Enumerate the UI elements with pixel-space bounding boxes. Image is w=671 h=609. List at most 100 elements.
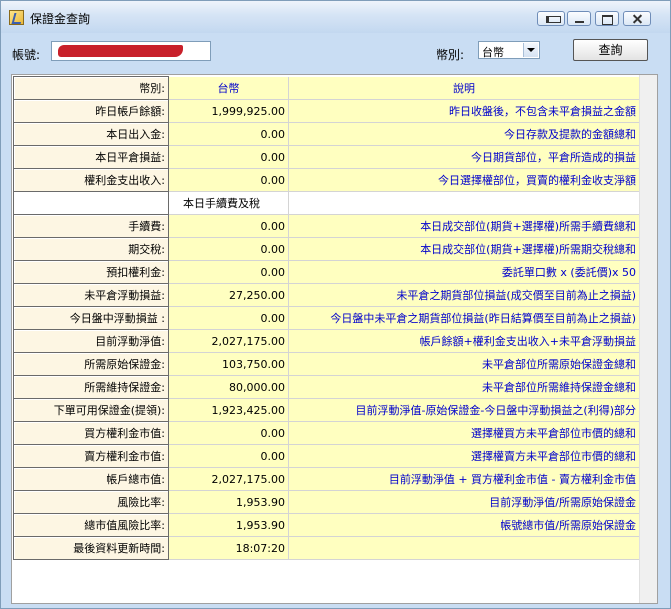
row-desc: 今日期貨部位，平倉所造成的損益 bbox=[288, 145, 640, 169]
row-label: 所需維持保證金: bbox=[13, 375, 169, 399]
margin-grid: 幣別: 台幣 說明 昨日帳戶餘額: 1,999,925.00 昨日收盤後，不包含未平… bbox=[11, 74, 658, 604]
row-value: 1,953.90 bbox=[168, 513, 289, 537]
row-desc: 目前浮動淨值-原始保證金-今日盤中浮動損益之(利得)部分 bbox=[288, 398, 640, 422]
row-value: 103,750.00 bbox=[168, 352, 289, 376]
row-value: 1,999,925.00 bbox=[168, 99, 289, 123]
account-field[interactable] bbox=[51, 41, 211, 61]
row-desc: 帳號總市值/所需原始保證金 bbox=[288, 513, 640, 537]
row-label: 下單可用保證金(提領): bbox=[13, 398, 169, 422]
section-empty bbox=[288, 191, 640, 215]
window-title: 保證金查詢 bbox=[30, 12, 91, 26]
table-row: 未平倉浮動損益: 27,250.00 未平倉之期貨部位損益(成交價至目前為止之損益) bbox=[13, 283, 640, 307]
row-desc: 目前浮動淨值/所需原始保證金 bbox=[288, 490, 640, 514]
table-row: 帳戶總市值: 2,027,175.00 目前浮動淨值 + 買方權利金市值 - 賣方權… bbox=[13, 467, 640, 491]
query-button[interactable]: 查詢 bbox=[573, 39, 648, 61]
section-title: 本日手續費及稅 bbox=[168, 191, 289, 215]
row-desc: 帳戶餘額+權利金支出收入+未平倉浮動損益 bbox=[288, 329, 640, 353]
table-row: 今日盤中浮動損益 :0.00 今日盤中未平倉之期貨部位損益(昨日結算價至目前為止之… bbox=[13, 306, 640, 330]
row-desc: 本日成交部位(期貨+選擇權)所需手續費總和 bbox=[288, 214, 640, 238]
row-value: 0.00 bbox=[168, 237, 289, 261]
header-label-cell: 幣別: bbox=[13, 76, 169, 100]
row-desc: 昨日收盤後，不包含未平倉損益之金額 bbox=[288, 99, 640, 123]
table-row: 本日出入金: 0.00 今日存款及提款的金額總和 bbox=[13, 122, 640, 146]
table-row: 本日平倉損益: 0.00 今日期貨部位，平倉所造成的損益 bbox=[13, 145, 640, 169]
row-desc: 今日盤中未平倉之期貨部位損益(昨日結算價至目前為止之損益) bbox=[288, 306, 640, 330]
margin-table: 幣別: 台幣 說明 昨日帳戶餘額: 1,999,925.00 昨日收盤後，不包含未平… bbox=[13, 76, 640, 560]
row-label: 目前浮動淨值: bbox=[13, 329, 169, 353]
app-icon bbox=[9, 10, 24, 25]
row-value: 1,923,425.00 bbox=[168, 398, 289, 422]
row-value: 27,250.00 bbox=[168, 283, 289, 307]
row-label: 未平倉浮動損益: bbox=[13, 283, 169, 307]
row-value: 1,953.90 bbox=[168, 490, 289, 514]
table-row: 預扣權利金: 0.00 委託單口數 x (委託價)x 50 bbox=[13, 260, 640, 284]
row-desc: 本日成交部位(期貨+選擇權)所需期交稅總和 bbox=[288, 237, 640, 261]
section-row: 本日手續費及稅 bbox=[13, 191, 640, 215]
table-row: 手續費: 0.00 本日成交部位(期貨+選擇權)所需手續費總和 bbox=[13, 214, 640, 238]
row-value: 0.00 bbox=[168, 214, 289, 238]
row-label: 所需原始保證金: bbox=[13, 352, 169, 376]
row-value: 0.00 bbox=[168, 444, 289, 468]
title-bar[interactable]: 保證金查詢 bbox=[1, 1, 670, 33]
row-value: 80,000.00 bbox=[168, 375, 289, 399]
row-desc: 選擇權買方未平倉部位市價的總和 bbox=[288, 421, 640, 445]
row-value: 2,027,175.00 bbox=[168, 329, 289, 353]
row-label: 總市值風險比率: bbox=[13, 513, 169, 537]
row-desc: 今日存款及提款的金額總和 bbox=[288, 122, 640, 146]
row-label: 手續費: bbox=[13, 214, 169, 238]
close-button[interactable] bbox=[623, 11, 651, 26]
row-desc: 選擇權賣方未平倉部位市價的總和 bbox=[288, 444, 640, 468]
header-desc-cell: 說明 bbox=[288, 76, 640, 100]
row-value: 2,027,175.00 bbox=[168, 467, 289, 491]
row-desc: 目前浮動淨值 + 買方權利金市值 - 賣方權利金市值 bbox=[288, 467, 640, 491]
row-value: 0.00 bbox=[168, 122, 289, 146]
row-label: 賣方權利金市值: bbox=[13, 444, 169, 468]
maximize-button[interactable] bbox=[595, 11, 619, 26]
row-label: 風險比率: bbox=[13, 490, 169, 514]
account-label: 帳號: bbox=[12, 48, 41, 62]
redacted-account-mark bbox=[58, 45, 183, 57]
row-label: 今日盤中浮動損益 : bbox=[13, 306, 169, 330]
table-row: 總市值風險比率: 1,953.90 帳號總市值/所需原始保證金 bbox=[13, 513, 640, 537]
section-spacer bbox=[13, 191, 169, 215]
pin-button[interactable] bbox=[537, 11, 565, 26]
table-row: 賣方權利金市值: 0.00 選擇權賣方未平倉部位市價的總和 bbox=[13, 444, 640, 468]
table-row: 最後資料更新時間: 18:07:20 bbox=[13, 536, 640, 560]
row-desc: 未平倉之期貨部位損益(成交價至目前為止之損益) bbox=[288, 283, 640, 307]
table-row: 所需維持保證金: 80,000.00 未平倉部位所需維持保證金總和 bbox=[13, 375, 640, 399]
vertical-scrollbar[interactable] bbox=[639, 75, 657, 603]
table-row: 權利金支出收入: 0.00 今日選擇權部位，買賣的權利金收支淨額 bbox=[13, 168, 640, 192]
table-row: 期交稅: 0.00 本日成交部位(期貨+選擇權)所需期交稅總和 bbox=[13, 237, 640, 261]
row-desc: 委託單口數 x (委託價)x 50 bbox=[288, 260, 640, 284]
row-label: 昨日帳戶餘額: bbox=[13, 99, 169, 123]
header-currency-cell: 台幣 bbox=[168, 76, 289, 100]
table-header-row: 幣別: 台幣 說明 bbox=[13, 76, 640, 100]
row-desc: 今日選擇權部位，買賣的權利金收支淨額 bbox=[288, 168, 640, 192]
table-row: 買方權利金市值: 0.00 選擇權買方未平倉部位市價的總和 bbox=[13, 421, 640, 445]
row-label: 預扣權利金: bbox=[13, 260, 169, 284]
currency-select[interactable]: 台幣 bbox=[478, 41, 540, 59]
row-value: 0.00 bbox=[168, 145, 289, 169]
row-value: 0.00 bbox=[168, 168, 289, 192]
table-row: 昨日帳戶餘額: 1,999,925.00 昨日收盤後，不包含未平倉損益之金額 bbox=[13, 99, 640, 123]
chevron-down-icon[interactable] bbox=[523, 43, 538, 57]
row-label: 買方權利金市值: bbox=[13, 421, 169, 445]
row-desc: 未平倉部位所需原始保證金總和 bbox=[288, 352, 640, 376]
row-label: 期交稅: bbox=[13, 237, 169, 261]
row-desc: 未平倉部位所需維持保證金總和 bbox=[288, 375, 640, 399]
row-label: 本日出入金: bbox=[13, 122, 169, 146]
currency-label: 幣別: bbox=[436, 48, 465, 62]
row-value: 0.00 bbox=[168, 306, 289, 330]
toolbar: 帳號: 幣別: 台幣 查詢 bbox=[1, 33, 670, 69]
row-label: 本日平倉損益: bbox=[13, 145, 169, 169]
row-label: 帳戶總市值: bbox=[13, 467, 169, 491]
row-label: 權利金支出收入: bbox=[13, 168, 169, 192]
row-desc bbox=[288, 536, 640, 560]
minimize-button[interactable] bbox=[567, 11, 591, 26]
row-value: 18:07:20 bbox=[168, 536, 289, 560]
table-row: 所需原始保證金: 103,750.00 未平倉部位所需原始保證金總和 bbox=[13, 352, 640, 376]
table-row: 風險比率: 1,953.90 目前浮動淨值/所需原始保證金 bbox=[13, 490, 640, 514]
currency-select-value: 台幣 bbox=[482, 46, 504, 59]
row-value: 0.00 bbox=[168, 260, 289, 284]
row-value: 0.00 bbox=[168, 421, 289, 445]
